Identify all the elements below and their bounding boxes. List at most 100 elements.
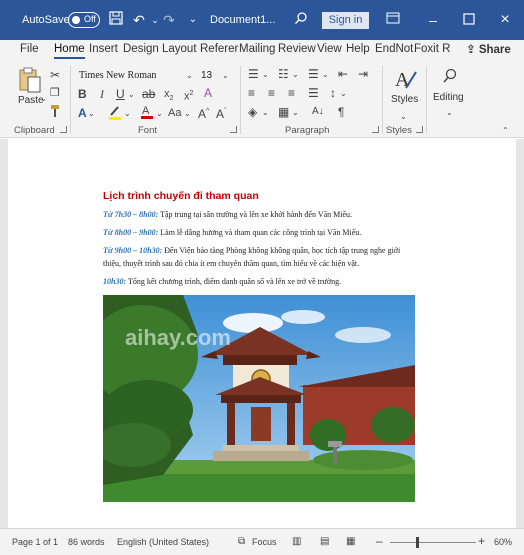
font-name-value: Times New Roman: [79, 70, 157, 81]
text-effects-icon[interactable]: A: [204, 86, 212, 100]
styles-button[interactable]: A Styles: [390, 66, 420, 110]
collapse-ribbon-icon[interactable]: ⌃: [502, 124, 509, 138]
font-launcher-icon[interactable]: [230, 126, 237, 133]
font-name-box[interactable]: Times New Roman: [76, 68, 186, 83]
text-effects-dropdown-icon[interactable]: ⌄: [88, 107, 95, 121]
search-icon[interactable]: [292, 11, 310, 29]
zoom-in-icon[interactable]: +: [478, 534, 485, 548]
strikethrough-icon[interactable]: ab: [142, 87, 155, 101]
multilevel-list-icon[interactable]: ☰: [308, 67, 319, 81]
line-spacing-dropdown-icon[interactable]: ⌄: [340, 87, 347, 101]
temple-photo[interactable]: aihay.com: [103, 295, 415, 502]
numbering-icon[interactable]: ☷: [278, 67, 289, 81]
numbering-dropdown-icon[interactable]: ⌄: [292, 68, 299, 82]
minimize-icon[interactable]: –: [424, 11, 442, 29]
highlight-icon[interactable]: [108, 104, 122, 123]
multilevel-dropdown-icon[interactable]: ⌄: [322, 68, 329, 82]
font-name-dropdown-icon[interactable]: ⌄: [186, 69, 193, 83]
watermark: aihay.com: [125, 325, 231, 350]
text-effects-glow-icon[interactable]: A: [78, 106, 87, 120]
sign-in-button[interactable]: Sign in: [322, 12, 369, 29]
increase-indent-icon[interactable]: ⇥: [358, 67, 368, 81]
underline-dropdown-icon[interactable]: ⌄: [128, 88, 135, 102]
tab-home[interactable]: Home: [54, 43, 85, 59]
show-marks-icon[interactable]: ¶: [338, 105, 344, 119]
borders-icon[interactable]: ▦: [278, 105, 289, 119]
web-layout-icon[interactable]: ▦: [346, 535, 355, 549]
clipboard-launcher-icon[interactable]: [60, 126, 67, 133]
focus-label[interactable]: Focus: [252, 537, 277, 547]
tab-view[interactable]: View: [317, 43, 342, 55]
styles-launcher-icon[interactable]: [416, 126, 423, 133]
zoom-slider-thumb[interactable]: [416, 537, 419, 548]
paragraph-launcher-icon[interactable]: [372, 126, 379, 133]
tab-file[interactable]: File: [20, 43, 39, 55]
bullets-dropdown-icon[interactable]: ⌄: [262, 68, 269, 82]
schedule-text: Tổng kết chương trình, điểm danh quân số…: [126, 277, 342, 286]
borders-dropdown-icon[interactable]: ⌄: [292, 106, 299, 120]
zoom-level[interactable]: 60%: [494, 537, 512, 547]
page-count[interactable]: Page 1 of 1: [12, 537, 58, 547]
copy-icon[interactable]: ❐: [50, 86, 60, 100]
tab-mailings[interactable]: Mailing: [239, 43, 275, 55]
maximize-icon[interactable]: [460, 11, 478, 29]
highlight-dropdown-icon[interactable]: ⌄: [124, 107, 131, 121]
bullets-icon[interactable]: ☰: [248, 67, 259, 81]
zoom-out-icon[interactable]: –: [376, 534, 383, 548]
styles-dropdown-icon[interactable]: ⌄: [400, 110, 407, 124]
justify-icon[interactable]: ☰: [308, 86, 319, 100]
font-size-dropdown-icon[interactable]: ⌄: [222, 69, 229, 83]
change-case-dropdown-icon[interactable]: ⌄: [184, 107, 191, 121]
close-icon[interactable]: ×: [496, 11, 514, 29]
save-icon[interactable]: [107, 11, 125, 29]
tab-foxit[interactable]: Foxit R: [414, 43, 450, 55]
change-case-icon[interactable]: Aa: [168, 106, 181, 120]
tab-insert[interactable]: Insert: [89, 43, 118, 55]
align-center-icon[interactable]: ≡: [268, 86, 275, 100]
tab-help[interactable]: Help: [346, 43, 370, 55]
shrink-font-icon[interactable]: Aˇ: [216, 105, 226, 121]
language-indicator[interactable]: English (United States): [117, 537, 209, 547]
paste-dropdown-icon[interactable]: ⌄: [40, 92, 47, 106]
editing-button[interactable]: Editing: [432, 66, 468, 110]
customize-toolbar-icon[interactable]: ⌄: [184, 11, 202, 29]
line-spacing-icon[interactable]: ↕: [330, 86, 336, 100]
underline-icon[interactable]: U: [116, 87, 125, 101]
shading-dropdown-icon[interactable]: ⌄: [262, 106, 269, 120]
focus-icon[interactable]: ⧉: [238, 535, 245, 549]
font-color-dropdown-icon[interactable]: ⌄: [156, 107, 163, 121]
share-icon: ⇪: [466, 44, 476, 56]
tab-endnote[interactable]: EndNot: [375, 43, 413, 55]
read-mode-icon[interactable]: ▥: [292, 535, 301, 549]
autosave-toggle[interactable]: Off: [68, 12, 100, 28]
ribbon-display-icon[interactable]: [384, 11, 402, 29]
shading-icon[interactable]: ◈: [248, 105, 257, 119]
tab-design[interactable]: Design: [123, 43, 159, 55]
format-painter-icon[interactable]: [49, 104, 63, 121]
tab-layout[interactable]: Layout: [162, 43, 197, 55]
document-title: Document1...: [210, 14, 276, 26]
italic-icon[interactable]: I: [100, 87, 104, 101]
align-right-icon[interactable]: ≡: [288, 86, 295, 100]
subscript-icon[interactable]: x2: [164, 87, 173, 106]
superscript-icon[interactable]: x2: [184, 87, 193, 104]
share-label: Share: [478, 44, 511, 56]
document-heading: Lịch trình chuyến đi tham quan: [103, 190, 259, 202]
decrease-indent-icon[interactable]: ⇤: [338, 67, 348, 81]
tab-review[interactable]: Review: [278, 43, 316, 55]
schedule-text: Tập trung tại sân trường và lên xe khởi …: [158, 210, 353, 219]
word-count[interactable]: 86 words: [68, 537, 105, 547]
redo-icon[interactable]: ↷: [160, 11, 178, 29]
editing-dropdown-icon[interactable]: ⌄: [446, 106, 453, 120]
font-color-icon[interactable]: A: [140, 103, 154, 122]
schedule-time: Từ 8h00 – 9h00:: [103, 228, 159, 237]
tab-references[interactable]: Referer: [200, 43, 238, 55]
zoom-slider[interactable]: [390, 537, 476, 548]
share-button[interactable]: ⇪ Share: [466, 42, 511, 56]
cut-icon[interactable]: ✂: [50, 68, 60, 82]
align-left-icon[interactable]: ≡: [248, 86, 255, 100]
sort-icon[interactable]: A↓: [312, 105, 324, 119]
grow-font-icon[interactable]: A^: [198, 105, 209, 121]
bold-icon[interactable]: B: [78, 87, 87, 101]
print-layout-icon[interactable]: ▤: [320, 535, 329, 549]
